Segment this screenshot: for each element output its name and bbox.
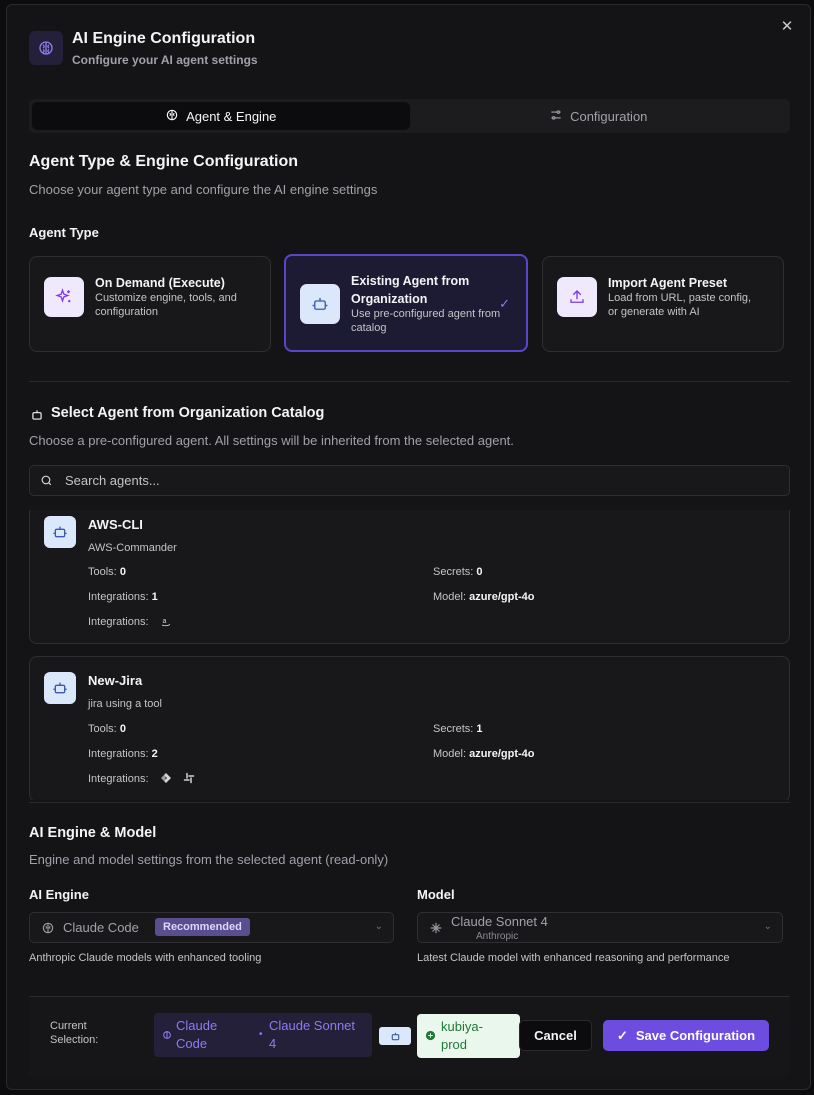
tab-bar: Agent & Engine Configuration bbox=[29, 99, 790, 133]
chevron-down-icon: ⌄ bbox=[374, 921, 383, 932]
environment-icon bbox=[425, 1028, 436, 1046]
model-pill: Claude Sonnet 4 bbox=[269, 1018, 356, 1051]
tab-configuration[interactable]: Configuration bbox=[410, 102, 788, 130]
brain-icon bbox=[165, 108, 179, 125]
integration-icons: Integrations: a bbox=[88, 615, 172, 628]
svg-text:a: a bbox=[162, 618, 166, 625]
bot-icon bbox=[44, 672, 76, 704]
bot-icon bbox=[44, 516, 76, 548]
divider bbox=[29, 802, 790, 803]
search-icon bbox=[40, 474, 53, 492]
environment-name: kubiya-prod bbox=[441, 1019, 483, 1052]
secrets-count: Secrets: 1 bbox=[433, 723, 483, 735]
catalog-subtitle: Choose a pre-configured agent. All setti… bbox=[29, 433, 514, 448]
divider bbox=[29, 381, 790, 382]
bot-icon bbox=[30, 408, 44, 427]
tools-count: Tools: 0 bbox=[88, 566, 126, 578]
agent-model: Model: azure/gpt-4o bbox=[433, 591, 535, 603]
current-selection-pill: Claude Code • Claude Sonnet 4 bbox=[154, 1013, 372, 1057]
check-icon: ✓ bbox=[499, 296, 510, 311]
option-description: Use pre-configured agent from catalog bbox=[351, 308, 501, 334]
agent-type-section-subtitle: Choose your agent type and configure the… bbox=[29, 182, 378, 197]
dialog-title: AI Engine Configuration bbox=[72, 30, 256, 47]
engine-section-title: AI Engine & Model bbox=[29, 825, 157, 841]
bot-icon bbox=[379, 1027, 411, 1045]
agent-name: AWS-CLI bbox=[88, 517, 143, 532]
ai-engine-config-dialog: ✕ AI Engine Configuration Configure your… bbox=[6, 4, 811, 1090]
current-selection-label: Current Selection: bbox=[50, 1020, 99, 1046]
save-configuration-button[interactable]: ✓ Save Configuration bbox=[603, 1020, 769, 1051]
list-item[interactable]: AWS-CLI AWS-Commander Tools: 0 Secrets: … bbox=[29, 510, 790, 644]
agent-model: Model: azure/gpt-4o bbox=[433, 748, 535, 760]
tab-agent-engine[interactable]: Agent & Engine bbox=[32, 102, 410, 130]
engine-value: Claude Code bbox=[63, 920, 139, 935]
aws-icon: a bbox=[160, 615, 172, 627]
chevron-down-icon: ⌄ bbox=[763, 921, 772, 932]
option-description: Customize engine, tools, and configurati… bbox=[95, 292, 237, 318]
jira-icon bbox=[160, 772, 172, 784]
secrets-count: Secrets: 0 bbox=[433, 566, 483, 578]
slack-icon bbox=[183, 772, 195, 784]
search-input[interactable] bbox=[65, 466, 765, 495]
option-title: Import Agent Preset bbox=[608, 276, 728, 290]
agent-type-import[interactable]: Import Agent Preset Load from URL, paste… bbox=[542, 256, 784, 352]
tab-label: Agent & Engine bbox=[186, 108, 277, 124]
anthropic-icon bbox=[429, 921, 443, 940]
dialog-subtitle: Configure your AI agent settings bbox=[72, 53, 258, 67]
model-label: Model bbox=[417, 887, 455, 902]
agent-type-on-demand[interactable]: On Demand (Execute) Customize engine, to… bbox=[29, 256, 271, 352]
agent-name: New-Jira bbox=[88, 673, 143, 688]
bullet-icon: • bbox=[259, 1029, 263, 1040]
model-select[interactable]: Claude Sonnet 4 Anthropic ⌄ bbox=[417, 912, 783, 943]
agent-search bbox=[29, 465, 790, 496]
model-help: Latest Claude model with enhanced reason… bbox=[417, 952, 730, 964]
footer: Current Selection: Claude Code • Claude S… bbox=[29, 996, 790, 1076]
agent-type-existing[interactable]: Existing Agent from Organization Use pre… bbox=[284, 254, 528, 352]
list-item[interactable]: New-Jira jira using a tool Tools: 0 Secr… bbox=[29, 656, 790, 800]
sliders-icon bbox=[549, 108, 563, 125]
sparkles-icon bbox=[44, 277, 84, 317]
brain-icon bbox=[29, 31, 63, 65]
engine-select[interactable]: Claude Code Recommended ⌄ bbox=[29, 912, 394, 943]
tab-label: Configuration bbox=[570, 108, 648, 124]
agent-list[interactable]: AWS-CLI AWS-Commander Tools: 0 Secrets: … bbox=[29, 510, 790, 800]
environment-badge: kubiya-prod bbox=[417, 1014, 520, 1058]
agent-description: jira using a tool bbox=[88, 698, 162, 710]
upload-icon bbox=[557, 277, 597, 317]
cancel-button[interactable]: Cancel bbox=[519, 1020, 592, 1051]
model-value: Claude Sonnet 4 bbox=[451, 914, 548, 929]
brain-icon bbox=[41, 921, 55, 940]
bot-icon bbox=[300, 284, 340, 324]
option-title: Existing Agent from Organization bbox=[351, 274, 470, 306]
engine-label: AI Engine bbox=[29, 887, 89, 902]
engine-section-subtitle: Engine and model settings from the selec… bbox=[29, 852, 389, 867]
option-title: On Demand (Execute) bbox=[95, 276, 225, 290]
agent-type-label: Agent Type bbox=[29, 225, 99, 240]
engine-help: Anthropic Claude models with enhanced to… bbox=[29, 952, 262, 964]
engine-pill: Claude Code bbox=[176, 1018, 218, 1051]
recommended-badge: Recommended bbox=[155, 918, 250, 936]
integrations-count: Integrations: 1 bbox=[88, 591, 158, 603]
catalog-title: Select Agent from Organization Catalog bbox=[51, 405, 325, 421]
brain-icon bbox=[162, 1027, 172, 1045]
close-icon[interactable]: ✕ bbox=[778, 18, 796, 36]
option-description: Load from URL, paste config, or generate… bbox=[608, 292, 752, 318]
agent-description: AWS-Commander bbox=[88, 542, 177, 554]
agent-type-section-title: Agent Type & Engine Configuration bbox=[29, 153, 299, 170]
integrations-count: Integrations: 2 bbox=[88, 748, 158, 760]
integration-icons: Integrations: bbox=[88, 772, 195, 785]
tools-count: Tools: 0 bbox=[88, 723, 126, 735]
model-provider: Anthropic bbox=[476, 931, 519, 942]
check-icon: ✓ bbox=[616, 1027, 628, 1043]
